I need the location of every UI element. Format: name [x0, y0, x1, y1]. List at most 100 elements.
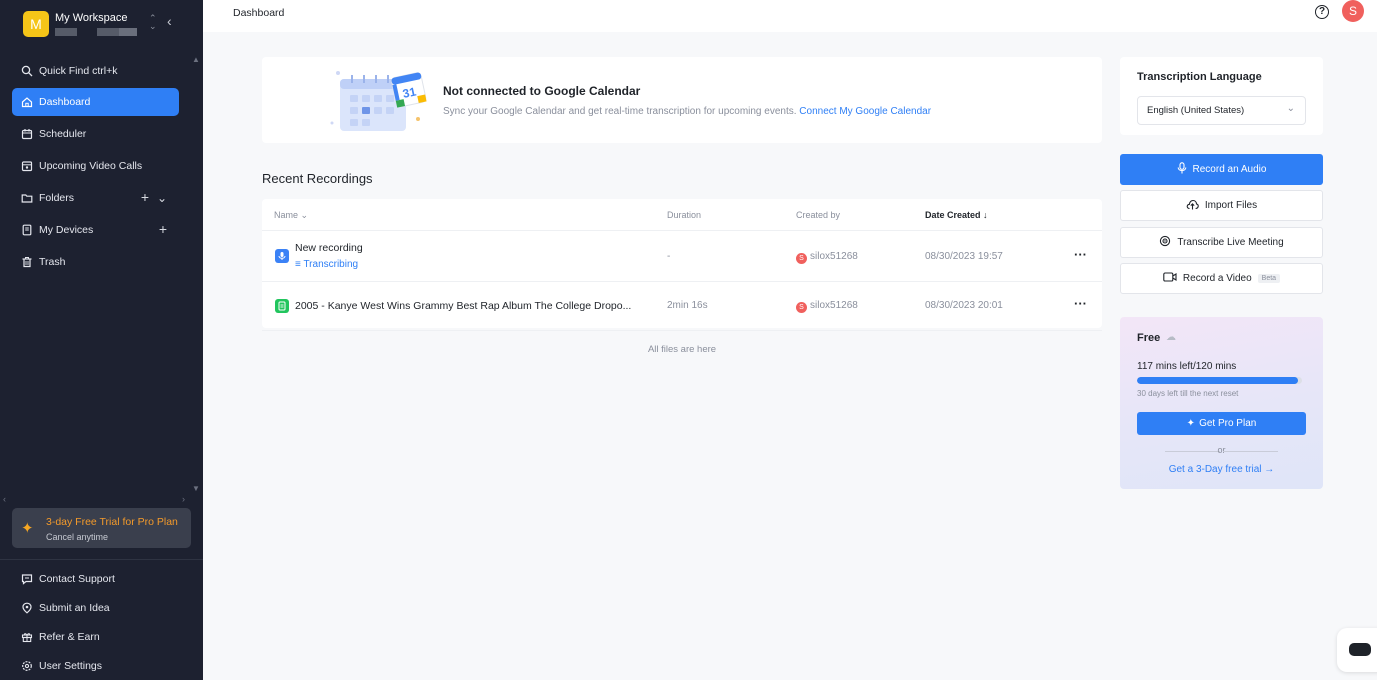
help-icon[interactable]: ? — [1315, 5, 1329, 19]
sidebar-item-label: User Settings — [39, 660, 103, 672]
transcribe-live-meeting-label: Transcribe Live Meeting — [1177, 237, 1284, 248]
video-camera-icon — [1163, 272, 1177, 285]
workspace-avatar: M — [23, 11, 49, 37]
sidebar: M My Workspace ⌃ ⌄ ‹ ▲ Quick Find ctrl+k … — [0, 0, 203, 680]
sidebar-item-label: Scheduler — [39, 128, 87, 140]
get-pro-plan-button[interactable]: ✦ Get Pro Plan — [1137, 412, 1306, 435]
column-header-name-label: Name — [274, 210, 299, 220]
record-video-button[interactable]: Record a Video Beta — [1120, 263, 1323, 294]
chat-icon — [1349, 643, 1371, 656]
calendar-icon — [21, 128, 33, 140]
minutes-progress-bar — [1137, 377, 1302, 384]
calendar-banner-text: Sync your Google Calendar and get real-t… — [443, 106, 797, 117]
sidebar-item-label: Trash — [39, 256, 66, 268]
recordings-table: Name ⌄ Duration Created by Date Created … — [262, 199, 1102, 331]
recording-creator: Ssilox51268 — [796, 300, 858, 313]
sidebar-item-dashboard[interactable]: Dashboard — [12, 88, 179, 116]
language-select-value: English (United States) — [1147, 105, 1245, 116]
creator-avatar: S — [796, 253, 807, 264]
sort-descending-icon: ↓ — [983, 210, 988, 220]
sidebar-item-label: Dashboard — [39, 96, 91, 108]
sidebar-item-folders[interactable]: Folders + ⌄ — [12, 184, 179, 212]
scroll-left-icon[interactable]: ‹ — [3, 494, 6, 504]
calendar-illustration: 31 — [330, 67, 430, 135]
pro-trial-banner[interactable]: ✦ 3-day Free Trial for Pro Plan Cancel a… — [12, 508, 191, 548]
workspace-switcher[interactable]: M My Workspace ⌃ ⌄ ‹ — [23, 10, 193, 40]
divider-line — [1223, 451, 1278, 452]
recording-duration: 2min 16s — [667, 300, 708, 311]
table-row[interactable]: 2005 - Kanye West Wins Grammy Best Rap A… — [262, 281, 1102, 331]
microphone-icon — [1177, 162, 1187, 177]
video-call-icon — [21, 160, 33, 172]
recording-name[interactable]: 2005 - Kanye West Wins Grammy Best Rap A… — [295, 300, 631, 312]
beta-badge: Beta — [1257, 274, 1281, 283]
home-icon — [21, 96, 33, 108]
recording-date: 08/30/2023 19:57 — [925, 251, 1003, 262]
settings-icon — [21, 660, 33, 672]
creator-name: silox51268 — [810, 300, 858, 311]
recording-duration: - — [667, 251, 671, 262]
calendar-banner-description: Sync your Google Calendar and get real-t… — [443, 106, 931, 117]
workspace-name: My Workspace — [55, 12, 128, 24]
chevron-down-icon[interactable]: ⌄ — [157, 191, 167, 205]
sidebar-item-trash[interactable]: Trash — [12, 248, 179, 276]
column-header-name[interactable]: Name ⌄ — [274, 210, 308, 221]
sidebar-item-my-devices[interactable]: My Devices + — [12, 216, 179, 244]
scroll-up-icon[interactable]: ▲ — [192, 55, 200, 64]
sidebar-item-scheduler[interactable]: Scheduler — [12, 120, 179, 148]
record-audio-label: Record an Audio — [1192, 164, 1267, 175]
transcribing-status-label: Transcribing — [303, 259, 359, 270]
idea-icon — [21, 602, 33, 614]
recording-date: 08/30/2023 20:01 — [925, 300, 1003, 311]
scroll-down-icon[interactable]: ▼ — [192, 484, 200, 493]
switch-workspace-icon[interactable]: ⌃ ⌄ — [149, 14, 157, 31]
add-device-icon[interactable]: + — [159, 221, 167, 237]
recording-creator: Ssilox51268 — [796, 251, 858, 264]
plan-minutes-left: 117 mins left/120 mins — [1137, 361, 1237, 372]
transcription-language-card: Transcription Language English (United S… — [1120, 57, 1323, 135]
connect-google-calendar-link[interactable]: Connect My Google Calendar — [799, 106, 931, 117]
column-header-date-created[interactable]: Date Created ↓ — [925, 210, 988, 220]
quick-find-label: Quick Find ctrl+k — [39, 65, 118, 77]
sidebar-item-user-settings[interactable]: User Settings — [12, 652, 179, 680]
quick-find[interactable]: Quick Find ctrl+k — [12, 57, 179, 85]
scroll-right-icon[interactable]: › — [182, 494, 185, 504]
trial-title: 3-day Free Trial for Pro Plan — [46, 516, 178, 528]
collapse-sidebar-icon[interactable]: ‹ — [167, 13, 172, 29]
sidebar-divider — [0, 559, 203, 560]
more-options-icon[interactable]: ··· — [1074, 247, 1087, 262]
sidebar-item-contact-support[interactable]: Contact Support — [12, 565, 179, 593]
transcribe-live-meeting-button[interactable]: Transcribe Live Meeting — [1120, 227, 1323, 258]
support-icon — [21, 573, 33, 585]
breadcrumb: Dashboard — [233, 7, 285, 19]
sidebar-item-label: Upcoming Video Calls — [39, 160, 143, 172]
user-avatar[interactable]: S — [1342, 0, 1364, 22]
google-calendar-banner: 31 Not connected to Google Calendar Sync… — [262, 57, 1102, 143]
transcription-language-title: Transcription Language — [1137, 71, 1262, 83]
table-row[interactable]: New recording ≡ Transcribing - Ssilox512… — [262, 230, 1102, 280]
recording-name[interactable]: New recording — [295, 242, 363, 254]
all-files-note: All files are here — [647, 344, 717, 355]
audio-file-icon — [275, 249, 289, 263]
chevron-down-icon: ⌄ — [1286, 103, 1295, 114]
plan-reset-note: 30 days left till the next reset — [1137, 389, 1239, 398]
search-icon — [21, 65, 33, 77]
transcribing-status: ≡ Transcribing — [295, 259, 358, 270]
sparkle-icon: ✦ — [21, 520, 34, 537]
free-trial-link[interactable]: Get a 3-Day free trial → — [1137, 464, 1306, 475]
import-files-button[interactable]: Import Files — [1120, 190, 1323, 221]
more-options-icon[interactable]: ··· — [1074, 296, 1087, 311]
chat-support-button[interactable] — [1337, 628, 1377, 672]
language-select[interactable]: English (United States) ⌄ — [1137, 96, 1306, 125]
column-header-date-label: Date Created — [925, 210, 981, 220]
record-video-label: Record a Video — [1182, 273, 1252, 284]
cloud-upload-icon — [1186, 199, 1199, 213]
sidebar-item-refer-earn[interactable]: Refer & Earn — [12, 623, 179, 651]
sidebar-item-submit-idea[interactable]: Submit an Idea — [12, 594, 179, 622]
sidebar-item-upcoming-video-calls[interactable]: Upcoming Video Calls — [12, 152, 179, 180]
add-folder-icon[interactable]: + — [141, 189, 149, 205]
recent-recordings-title: Recent Recordings — [262, 171, 373, 186]
record-audio-button[interactable]: Record an Audio — [1120, 154, 1323, 185]
gift-icon — [21, 631, 33, 643]
creator-name: silox51268 — [810, 251, 858, 262]
